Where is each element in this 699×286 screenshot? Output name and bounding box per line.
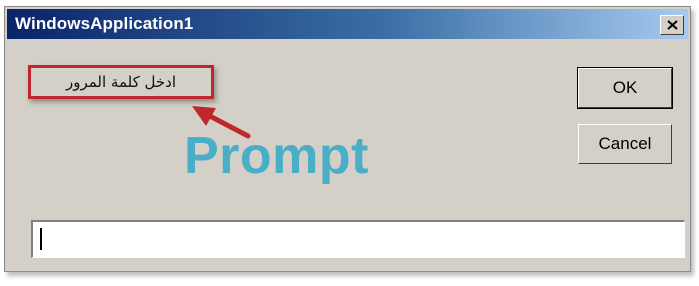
ok-button[interactable]: OK bbox=[577, 67, 673, 109]
close-button[interactable] bbox=[660, 15, 684, 35]
text-input[interactable] bbox=[31, 220, 685, 258]
prompt-annotation-label: Prompt bbox=[184, 127, 369, 185]
prompt-highlight-box: ادخل كلمة المرور bbox=[28, 65, 214, 99]
close-icon bbox=[666, 20, 678, 30]
cancel-button[interactable]: Cancel bbox=[578, 124, 672, 164]
dialog-backdrop: WindowsApplication1 ادخل كلمة المرور Pro… bbox=[0, 0, 699, 286]
title-bar[interactable]: WindowsApplication1 bbox=[7, 9, 688, 39]
prompt-label: ادخل كلمة المرور bbox=[65, 73, 176, 91]
window-title: WindowsApplication1 bbox=[15, 14, 194, 33]
text-caret bbox=[40, 228, 42, 250]
